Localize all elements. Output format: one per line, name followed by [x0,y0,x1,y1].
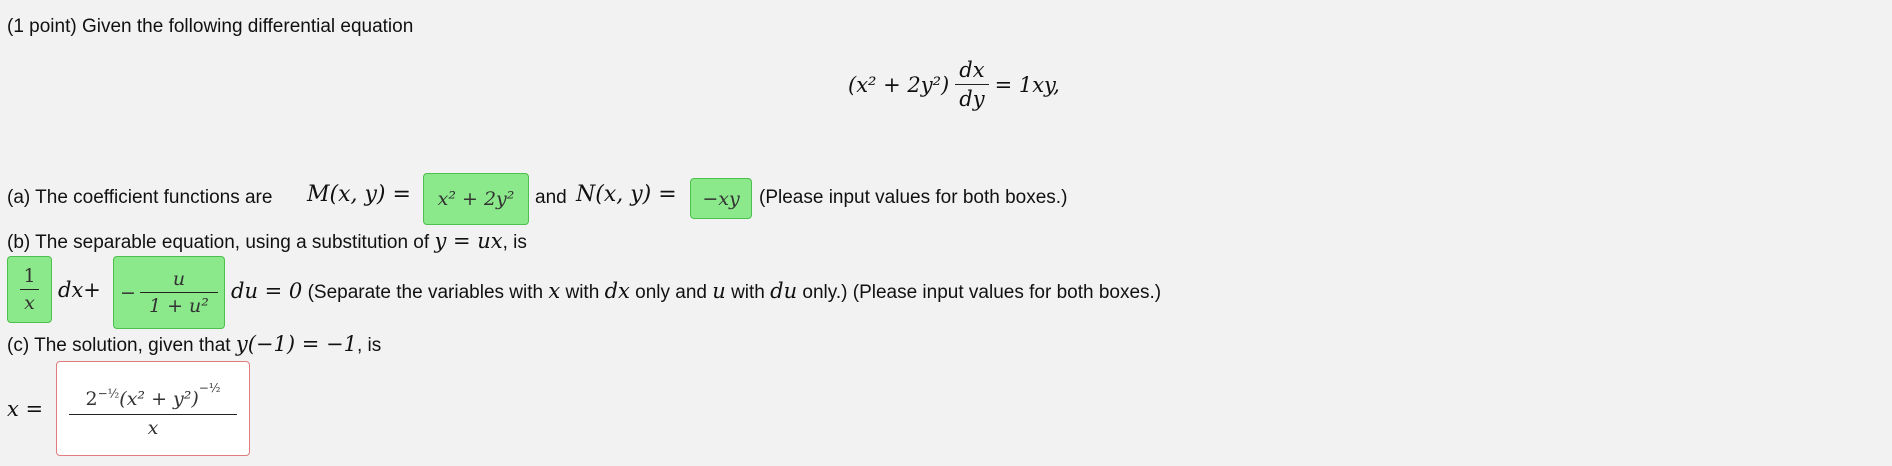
solution-base: 2 [85,388,98,410]
part-c-text: (c) The solution, given that y(−1) = −1,… [7,332,382,356]
note-dx: dx [604,279,630,303]
answer-2-sign: − [120,281,136,304]
dx-plus: dx+ [58,278,101,302]
answer-2-numerator: u [172,268,186,290]
derivative-denominator: dy [955,84,989,111]
main-equation: (x² + 2y²) dx dy = 1xy, [848,58,1060,111]
separable-answer-1-box[interactable]: 1 x [7,256,52,323]
solution-numerator: 2−½(x² + y²)−½ [80,378,227,414]
equation-rhs: = 1xy, [994,72,1060,97]
part-b-text: (b) The separable equation, using a subs… [7,229,527,253]
separable-answer-2-expression: − u 1 + u² [120,268,218,317]
m-answer-box[interactable]: x² + 2y² [423,173,529,225]
note-suffix: only.) (Please input values for both box… [802,282,1162,303]
substitution: y = ux [434,229,503,253]
du-zero: du = 0 [231,279,303,303]
solution-denominator: x [69,414,237,439]
separable-answer-1-fraction: 1 x [19,265,39,314]
m-answer-value: x² + 2y² [437,188,515,210]
n-answer-box[interactable]: −xy [690,178,752,219]
note-only-and: only and [635,282,707,303]
part-c-is: , is [356,335,382,356]
solution-answer-box[interactable]: 2−½(x² + y²)−½ x [56,361,250,456]
answer-1-denominator: x [20,289,39,314]
solution-fraction: 2−½(x² + y²)−½ x [69,378,237,439]
note-with-2: with [731,282,765,303]
answer-2-fraction: u 1 + u² [139,268,218,317]
derivative-numerator: dx [959,58,985,82]
note-u: u [712,279,726,303]
part-b-label: (b) The separable equation, using a subs… [7,232,430,253]
note-prefix: (Separate the variables with [307,282,544,303]
problem-intro: (1 point) Given the following differenti… [7,16,414,37]
part-a-note: (Please input values for both boxes.) [759,187,1068,208]
and-text: and [535,187,567,208]
solution-paren: (x² + y²) [119,388,199,410]
note-du: du [770,279,798,303]
part-c-label: (c) The solution, given that [7,335,231,356]
initial-condition: y(−1) = −1 [235,332,357,356]
m-label: M(x, y) = [307,182,411,207]
solution-exponent-1: −½ [97,386,120,401]
n-label: N(x, y) = [576,182,677,207]
note-with-1: with [565,282,600,303]
note-x: x [548,279,561,303]
equation-derivative: dx dy [955,58,989,111]
equation-lhs: (x² + 2y²) [848,72,950,97]
n-answer-value: −xy [702,187,740,210]
answer-2-denominator: 1 + u² [139,292,218,317]
x-equals: x = [7,397,44,421]
answer-1-numerator: 1 [23,265,36,287]
separable-answer-2-box[interactable]: − u 1 + u² [113,256,225,329]
solution-exponent-2: −½ [198,380,221,395]
part-b-is: , is [502,232,527,253]
part-b-note: du = 0 (Separate the variables with x wi… [231,279,1162,303]
part-a-text: (a) The coefficient functions are [7,187,273,208]
